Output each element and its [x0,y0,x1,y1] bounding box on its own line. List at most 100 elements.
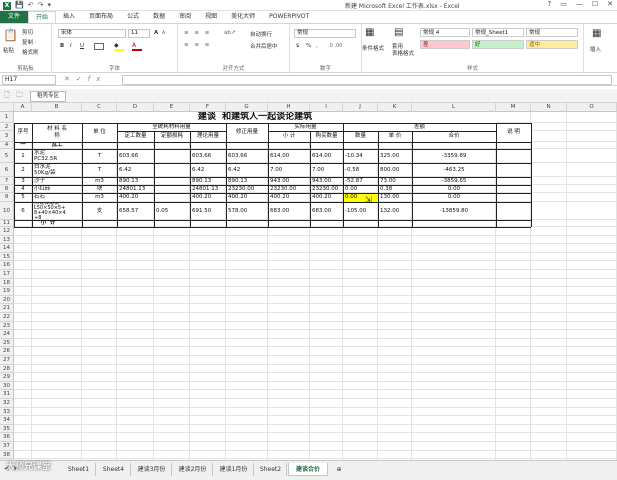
font-size-dropdown[interactable]: 11 [128,29,150,38]
row-header[interactable]: 21 [0,304,14,313]
column-header[interactable]: G [226,103,268,112]
tab-formulas[interactable]: 公式 [120,11,146,23]
column-header[interactable]: M [496,103,531,112]
row-header[interactable]: 15 [0,252,14,262]
style-normal[interactable]: 常规 [526,28,578,37]
style-neutral[interactable]: 适中 [526,40,578,49]
font-name-dropdown[interactable]: 宋体 [58,29,126,38]
row-header[interactable]: 26 [0,347,14,356]
column-header[interactable]: B [32,103,82,112]
row-header[interactable]: 32 [0,399,14,408]
column-header[interactable]: A [14,103,32,112]
row-header[interactable]: 19 [0,287,14,296]
font-color-icon[interactable]: A [132,42,142,51]
sheet-tab[interactable]: 建谈3月份 [132,463,172,476]
row-header[interactable]: 9 [0,193,14,202]
row-header[interactable]: 3 [0,131,14,142]
row-header[interactable]: 10 [0,202,14,220]
cut-button[interactable]: 剪切 [22,28,33,36]
column-header[interactable]: H [268,103,310,112]
row-header[interactable]: 36 [0,433,14,442]
tab-file[interactable]: 文件 [0,11,29,23]
column-header[interactable]: N [531,103,567,112]
paste-button[interactable]: 粘贴 [3,46,14,54]
bold-button[interactable]: B [60,43,64,49]
fx-icon[interactable]: fx [88,75,107,83]
row-header[interactable]: 14 [0,244,14,253]
border-icon[interactable] [94,43,104,50]
row-header[interactable]: 28 [0,364,14,374]
row-header[interactable]: 1 [0,112,14,123]
row-header[interactable]: 29 [0,373,14,382]
format-painter-button[interactable]: 格式刷 [22,48,39,56]
sheet-tab[interactable]: Sheet2 [255,463,287,476]
select-all-corner[interactable] [0,103,14,112]
sheet-tab[interactable]: 建谈1月份 [214,463,254,476]
style-normal-sheet1[interactable]: 常规_Sheet1 [472,28,524,37]
column-header[interactable]: L [412,103,496,112]
decimal-icons[interactable]: .0 .00 [328,43,342,49]
left-align-icons[interactable]: ≡ ≡ ≡ [184,42,211,48]
comma-button[interactable]: , [316,43,318,49]
help-button[interactable]: ? [548,0,552,8]
sheet-tab[interactable]: 建谈2月份 [173,463,213,476]
ribbon-display-button[interactable]: ▭ [560,0,567,8]
column-header[interactable]: E [154,103,190,112]
merge-center-button[interactable]: 合并后居中 [250,42,278,50]
maximize-button[interactable]: ☐ [592,0,598,8]
row-header[interactable]: 5 [0,149,14,163]
row-header[interactable]: 6 [0,163,14,177]
row-header[interactable]: 33 [0,407,14,417]
undo-icon[interactable]: ↶ [28,1,34,10]
folder-icon[interactable]: 🗀 [16,91,23,102]
row-header[interactable]: 23 [0,321,14,331]
insert-cells-button[interactable]: 插入 [590,45,601,53]
row-header[interactable]: 38 [0,450,14,460]
tab-beautify[interactable]: 美化大师 [224,11,262,23]
redo-icon[interactable]: ↷ [38,1,44,10]
copy-button[interactable]: 复制 · [22,38,37,46]
tab-powerpivot[interactable]: POWERPIVOT [262,11,316,23]
row-header[interactable]: 37 [0,442,14,451]
style-good[interactable]: 好 [472,40,524,49]
conditional-format-button[interactable]: 条件格式 [362,44,384,52]
sheet-tab[interactable]: 建谈合价 [288,463,328,476]
customize-icon[interactable]: ▾ [47,1,51,10]
row-header[interactable]: 35 [0,424,14,434]
enter-icon[interactable]: ✓ [76,75,88,83]
italic-button[interactable]: I [70,43,72,49]
row-header[interactable]: 30 [0,381,14,391]
row-header[interactable]: 12 [0,227,14,236]
currency-button[interactable]: $ [296,43,300,49]
column-header[interactable]: K [378,103,412,112]
fill-color-icon[interactable]: ◆ [114,42,124,51]
tab-home[interactable]: 开始 [28,11,57,23]
cancel-icon[interactable]: ✕ [64,75,76,83]
insert-cells-icon[interactable]: ▦ [592,28,601,39]
row-header[interactable]: 24 [0,330,14,339]
row-header[interactable]: 31 [0,390,14,399]
column-header[interactable]: I [310,103,343,112]
tab-page-layout[interactable]: 页面布局 [82,11,120,23]
row-header[interactable]: 34 [0,416,14,425]
column-header[interactable]: F [190,103,226,112]
add-sheet-button[interactable]: ⊕ [333,463,345,476]
row-header[interactable]: 2 [0,123,14,131]
number-format-dropdown[interactable]: 常规 [294,29,356,38]
row-header[interactable]: 16 [0,261,14,270]
worksheet-grid[interactable]: A B C D E F G H I J K L M N O 1 2 3 4 5 6 7 8 9 10 11 12 13 14 15 16 17… [0,103,617,460]
tab-view[interactable]: 视图 [198,11,224,23]
format-as-table-button[interactable]: 套用 表格格式 [392,44,414,57]
tab-insert[interactable]: 插入 [56,11,82,23]
row-header[interactable]: 7 [0,177,14,185]
minimize-button[interactable]: — [576,0,583,8]
sheet-tab[interactable]: Sheet4 [97,463,131,476]
formula-input[interactable] [122,75,612,85]
wrap-text-button[interactable]: 自动换行 [250,30,272,38]
row-header[interactable]: 13 [0,235,14,245]
row-header[interactable]: 18 [0,278,14,288]
save-icon[interactable]: 💾 [15,1,24,10]
conditional-format-icon[interactable]: ▦ [365,27,374,38]
tab-review[interactable]: 审阅 [172,11,198,23]
column-header[interactable]: O [567,103,617,112]
